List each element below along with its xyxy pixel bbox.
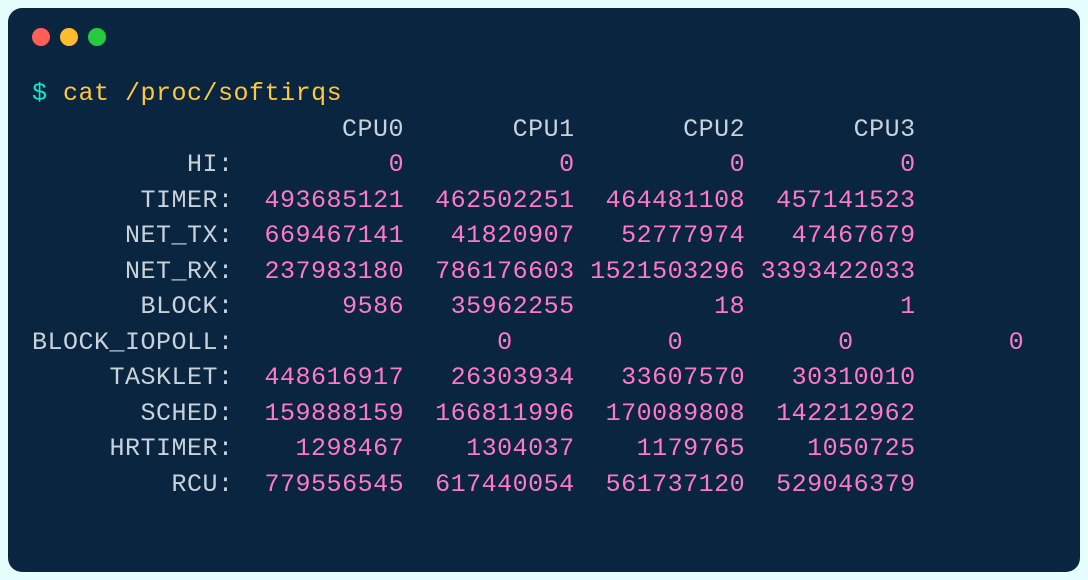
- row-values: 493685121 462502251 464481108 457141523: [234, 186, 916, 215]
- row-values: 669467141 41820907 52777974 47467679: [234, 221, 916, 250]
- row-values: 0 0 0 0: [234, 150, 916, 179]
- row-label: NET_TX:: [32, 221, 234, 250]
- header-row: CPU0 CPU1 CPU2 CPU3: [32, 115, 916, 144]
- row-values: 1298467 1304037 1179765 1050725: [234, 434, 916, 463]
- row-label: NET_RX:: [32, 257, 234, 286]
- maximize-icon[interactable]: [88, 28, 106, 46]
- minimize-icon[interactable]: [60, 28, 78, 46]
- terminal-window: $ cat /proc/softirqs CPU0 CPU1 CPU2 CPU3…: [8, 8, 1080, 572]
- terminal-content: $ cat /proc/softirqs CPU0 CPU1 CPU2 CPU3…: [32, 76, 1056, 502]
- window-controls: [32, 28, 1056, 46]
- row-label: TIMER:: [32, 186, 234, 215]
- row-values: 448616917 26303934 33607570 30310010: [234, 363, 916, 392]
- row-label: SCHED:: [32, 399, 234, 428]
- row-label: TASKLET:: [32, 363, 234, 392]
- row-values: 9586 35962255 18 1: [234, 292, 916, 321]
- row-values: 159888159 166811996 170089808 142212962: [234, 399, 916, 428]
- row-values: 0 0 0 0: [234, 328, 1025, 357]
- command-text: cat /proc/softirqs: [63, 79, 342, 108]
- row-label: BLOCK_IOPOLL:: [32, 328, 234, 357]
- prompt-symbol: $: [32, 79, 48, 108]
- row-label: HRTIMER:: [32, 434, 234, 463]
- row-values: 779556545 617440054 561737120 529046379: [234, 470, 916, 499]
- close-icon[interactable]: [32, 28, 50, 46]
- row-label: BLOCK:: [32, 292, 234, 321]
- row-label: HI:: [32, 150, 234, 179]
- row-label: RCU:: [32, 470, 234, 499]
- row-values: 237983180 786176603 1521503296 339342203…: [234, 257, 916, 286]
